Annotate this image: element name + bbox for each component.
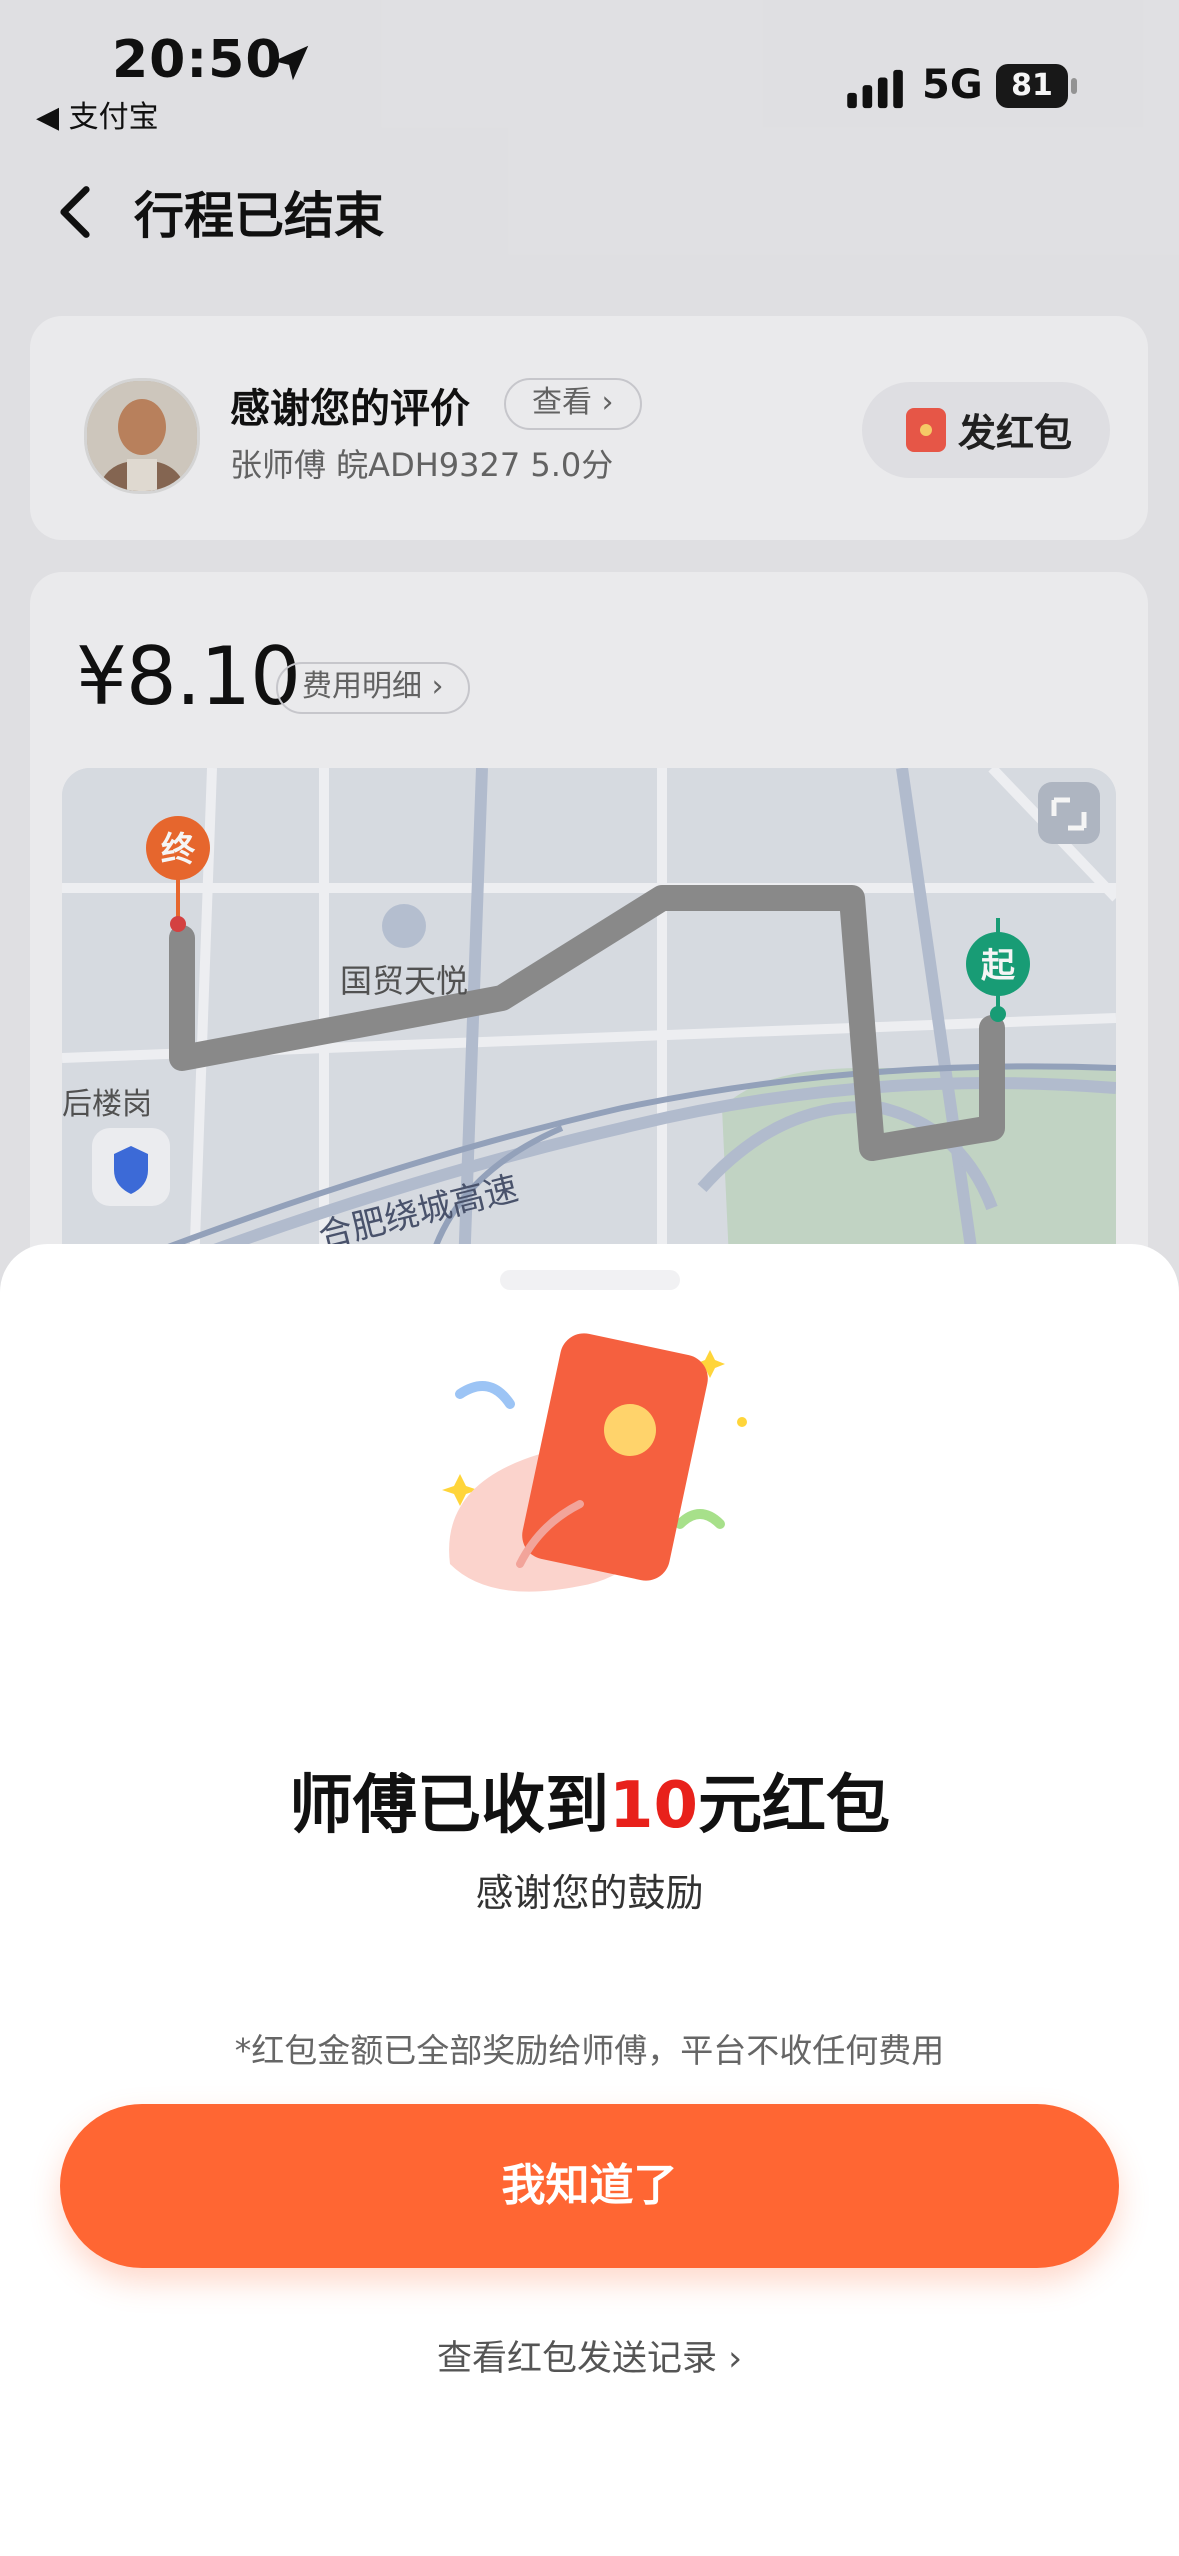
hongbao-result-sheet: 师傅已收到10元红包 感谢您的鼓励 *红包金额已全部奖励给师傅，平台不收任何费用… [0, 1244, 1179, 2556]
confirm-button[interactable]: 我知道了 [60, 2104, 1119, 2268]
sheet-headline: 师傅已收到10元红包 [288, 1769, 891, 1843]
sheet-handle [500, 1270, 680, 1290]
sheet-subtitle: 感谢您的鼓励 [475, 1871, 704, 1915]
hongbao-records-link[interactable]: 查看红包发送记录 › [0, 2330, 1179, 2381]
hand-red-envelope-illustration [442, 1333, 747, 1592]
fee-note: *红包金额已全部奖励给师傅，平台不收任何费用 [234, 2031, 945, 2070]
hongbao-amount: 10 [608, 1769, 699, 1843]
